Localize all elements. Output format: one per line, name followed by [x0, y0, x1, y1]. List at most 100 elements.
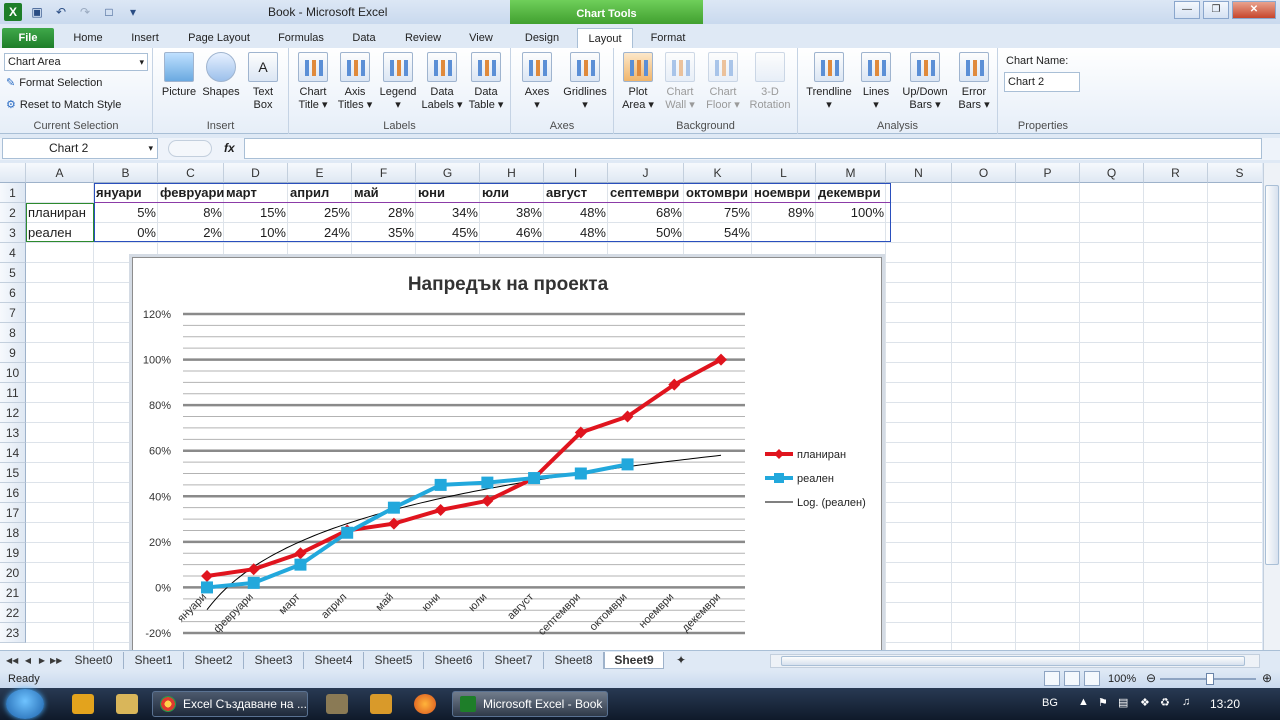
row-header-22[interactable]: 22: [0, 603, 26, 623]
tab-review[interactable]: Review: [396, 28, 450, 48]
insert-sheet-icon[interactable]: ✦: [668, 652, 694, 669]
tray-expand-icon[interactable]: ▲: [1078, 696, 1089, 708]
cell[interactable]: 5%: [94, 203, 158, 223]
cell[interactable]: 100%: [816, 203, 886, 223]
cell[interactable]: 89%: [752, 203, 816, 223]
cell[interactable]: 28%: [352, 203, 416, 223]
sheet-tab-sheet9[interactable]: Sheet9: [604, 652, 664, 669]
column-header-a[interactable]: A: [26, 163, 94, 183]
cell[interactable]: планиран: [26, 203, 94, 223]
error-bars-button[interactable]: Error Bars ▾: [954, 52, 994, 112]
cell[interactable]: февруари: [158, 183, 224, 203]
cell[interactable]: 25%: [288, 203, 352, 223]
cell[interactable]: август: [544, 183, 608, 203]
zoom-level[interactable]: 100%: [1108, 673, 1136, 685]
column-header-q[interactable]: Q: [1080, 163, 1144, 183]
tab-home[interactable]: Home: [64, 28, 112, 48]
row-header-15[interactable]: 15: [0, 463, 26, 483]
cell[interactable]: ноември: [752, 183, 816, 203]
column-header-o[interactable]: O: [952, 163, 1016, 183]
sheet-tab-sheet3[interactable]: Sheet3: [244, 652, 304, 669]
cell[interactable]: 48%: [544, 223, 608, 243]
vertical-scroll-thumb[interactable]: [1265, 185, 1279, 565]
column-header-b[interactable]: B: [94, 163, 158, 183]
cell[interactable]: март: [224, 183, 288, 203]
row-header-14[interactable]: 14: [0, 443, 26, 463]
prev-sheet-icon[interactable]: ◀: [22, 654, 34, 668]
row-header-17[interactable]: 17: [0, 503, 26, 523]
cell[interactable]: септември: [608, 183, 684, 203]
customize-toolbar-icon[interactable]: ▾: [124, 3, 142, 21]
taskbar-task-browser[interactable]: Excel Създаване на ...: [152, 691, 308, 717]
cell[interactable]: 34%: [416, 203, 480, 223]
cell[interactable]: 46%: [480, 223, 544, 243]
horizontal-scroll-thumb[interactable]: [781, 656, 1245, 666]
plot-area-button[interactable]: Plot Area ▾: [618, 52, 658, 112]
tab-formulas[interactable]: Formulas: [270, 28, 332, 48]
chart-area[interactable]: Напредък на проекта -20% 0% 20% 40% 60% 80% 100…: [132, 257, 882, 657]
row-header-4[interactable]: 4: [0, 243, 26, 263]
format-selection-button[interactable]: ✎ Format Selection: [6, 76, 102, 90]
cell[interactable]: 45%: [416, 223, 480, 243]
new-document-icon[interactable]: □: [100, 3, 118, 21]
close-button[interactable]: ✕: [1232, 1, 1276, 19]
cell[interactable]: 50%: [608, 223, 684, 243]
row-header-7[interactable]: 7: [0, 303, 26, 323]
formula-input[interactable]: [244, 138, 1262, 159]
cell[interactable]: 2%: [158, 223, 224, 243]
column-header-h[interactable]: H: [480, 163, 544, 183]
up-down-bars-button[interactable]: Up/Down Bars ▾: [898, 52, 952, 112]
cell[interactable]: 15%: [224, 203, 288, 223]
row-header-3[interactable]: 3: [0, 223, 26, 243]
cell[interactable]: 24%: [288, 223, 352, 243]
cell[interactable]: януари: [94, 183, 158, 203]
normal-view-icon[interactable]: [1044, 671, 1060, 686]
cell[interactable]: декември: [816, 183, 886, 203]
folder-icon[interactable]: [116, 694, 138, 714]
legend-button[interactable]: Legend ▾: [377, 52, 419, 112]
row-header-16[interactable]: 16: [0, 483, 26, 503]
column-header-f[interactable]: F: [352, 163, 416, 183]
row-header-23[interactable]: 23: [0, 623, 26, 643]
app-icon[interactable]: [326, 694, 348, 714]
taskbar-task-excel[interactable]: Microsoft Excel - Book: [452, 691, 608, 717]
media-player-icon[interactable]: [370, 694, 392, 714]
tab-design[interactable]: Design: [514, 28, 570, 48]
outlook-icon[interactable]: [72, 694, 94, 714]
chart-name-input[interactable]: Chart 2: [1004, 72, 1080, 92]
volume-icon[interactable]: ♫: [1182, 696, 1190, 708]
tab-data[interactable]: Data: [344, 28, 384, 48]
cell[interactable]: 38%: [480, 203, 544, 223]
column-header-i[interactable]: I: [544, 163, 608, 183]
page-break-view-icon[interactable]: [1084, 671, 1100, 686]
tab-insert[interactable]: Insert: [122, 28, 168, 48]
undo-icon[interactable]: ↶: [52, 3, 70, 21]
cell[interactable]: юни: [416, 183, 480, 203]
column-header-j[interactable]: J: [608, 163, 684, 183]
row-header-6[interactable]: 6: [0, 283, 26, 303]
sheet-tab-sheet4[interactable]: Sheet4: [304, 652, 364, 669]
next-sheet-icon[interactable]: ▶: [36, 654, 48, 668]
axis-titles-button[interactable]: Axis Titles ▾: [335, 52, 375, 112]
tab-file[interactable]: File: [2, 28, 54, 48]
column-header-c[interactable]: C: [158, 163, 224, 183]
tab-layout[interactable]: Layout: [577, 28, 633, 48]
language-indicator[interactable]: BG: [1042, 697, 1058, 709]
column-header-d[interactable]: D: [224, 163, 288, 183]
row-header-8[interactable]: 8: [0, 323, 26, 343]
cell[interactable]: април: [288, 183, 352, 203]
cell[interactable]: 48%: [544, 203, 608, 223]
row-header-1[interactable]: 1: [0, 183, 26, 203]
sheet-tab-sheet5[interactable]: Sheet5: [364, 652, 424, 669]
tab-view[interactable]: View: [460, 28, 502, 48]
cell[interactable]: реален: [26, 223, 94, 243]
excel-logo-icon[interactable]: X: [4, 3, 22, 21]
tab-page-layout[interactable]: Page Layout: [180, 28, 258, 48]
row-header-19[interactable]: 19: [0, 543, 26, 563]
column-header-p[interactable]: P: [1016, 163, 1080, 183]
column-header-g[interactable]: G: [416, 163, 480, 183]
name-box[interactable]: Chart 2 ▾: [2, 138, 158, 159]
update-icon[interactable]: ♻: [1160, 696, 1170, 709]
cell[interactable]: 75%: [684, 203, 752, 223]
3d-rotation-button[interactable]: 3-D Rotation: [746, 52, 794, 112]
